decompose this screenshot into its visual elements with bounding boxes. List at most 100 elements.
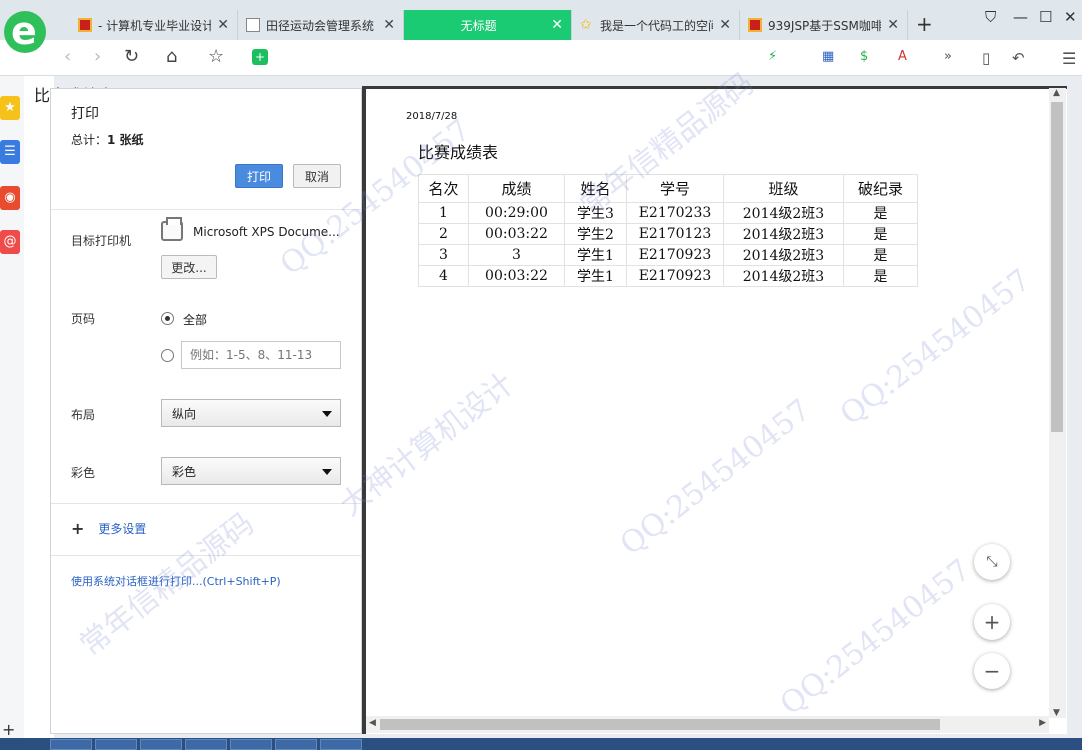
undo-icon[interactable]: ↶ xyxy=(1012,49,1025,67)
table-cell: 是 xyxy=(843,202,918,224)
menu-icon[interactable]: ☰ xyxy=(1062,49,1076,68)
pages-all-radio[interactable] xyxy=(161,312,174,325)
shield-icon[interactable]: + xyxy=(252,49,268,65)
table-cell: E2170233 xyxy=(626,202,724,224)
forward-icon[interactable]: › xyxy=(94,46,101,67)
table-cell: 学生1 xyxy=(564,244,627,266)
divider xyxy=(51,503,361,504)
back-icon[interactable]: ‹ xyxy=(64,46,71,67)
horizontal-scrollbar[interactable]: ◀ ▶ xyxy=(366,716,1049,733)
taskbar-item[interactable] xyxy=(230,739,272,750)
translate-icon[interactable]: A xyxy=(898,49,907,64)
layout-label: 布局 xyxy=(71,408,96,422)
column-header: 名次 xyxy=(418,174,469,203)
table-row: 1 00:29:00 学生3 E2170233 2014级2班3 是 xyxy=(418,202,918,224)
more-settings-toggle[interactable]: + 更多设置 xyxy=(71,519,146,538)
system-dialog-link[interactable]: 使用系统对话框进行打印...(Ctrl+Shift+P) xyxy=(71,573,281,589)
tablet-icon[interactable]: ▯ xyxy=(982,49,990,67)
plus-icon: + xyxy=(71,519,85,538)
taskbar-item[interactable] xyxy=(50,739,92,750)
print-button[interactable]: 打印 xyxy=(235,164,283,188)
sidebar: ★ ☰ ◉ @ + xyxy=(0,76,24,740)
reload-icon[interactable]: ↻ xyxy=(124,46,139,67)
close-icon[interactable]: ✕ xyxy=(551,17,563,33)
new-tab-icon[interactable]: + xyxy=(916,12,933,36)
browser-logo-icon[interactable]: e xyxy=(4,9,46,53)
star-icon: ✩ xyxy=(580,17,592,33)
pages-range-input[interactable] xyxy=(181,341,341,369)
scroll-right-icon[interactable]: ▶ xyxy=(1039,718,1046,728)
fit-page-icon[interactable]: ⤡ xyxy=(974,544,1010,580)
red-square-icon xyxy=(78,18,92,32)
pages-label: 页码 xyxy=(71,312,96,326)
layout-select[interactable]: 纵向 xyxy=(161,399,341,427)
scroll-left-icon[interactable]: ◀ xyxy=(369,718,376,728)
printer-icon xyxy=(161,217,183,241)
taskbar-item[interactable] xyxy=(320,739,362,750)
vertical-scrollbar[interactable]: ▲ ▼ xyxy=(1049,88,1066,718)
notes-icon[interactable]: ☰ xyxy=(0,140,20,164)
color-select[interactable]: 彩色 xyxy=(161,457,341,485)
table-cell: 2014级2班3 xyxy=(723,265,844,287)
change-printer-button[interactable]: 更改... xyxy=(161,255,217,279)
divider xyxy=(51,209,361,210)
more-settings-label: 更多设置 xyxy=(98,522,147,536)
apps-grid-icon[interactable]: ▦ xyxy=(822,49,834,64)
close-icon[interactable]: ✕ xyxy=(719,17,731,33)
add-icon[interactable]: + xyxy=(2,720,15,739)
home-icon[interactable]: ⌂ xyxy=(166,46,177,67)
print-panel-title: 打印 xyxy=(71,106,99,122)
sheet-total: 总计：1 张纸 xyxy=(71,131,144,148)
weibo-icon[interactable]: ◉ xyxy=(0,186,20,210)
column-header: 破纪录 xyxy=(843,174,918,203)
scrollbar-thumb[interactable] xyxy=(380,719,940,730)
shirt-icon[interactable]: ⛉ xyxy=(985,8,996,26)
mail-icon[interactable]: @ xyxy=(0,230,20,254)
tab-strip: e - 计算机专业毕业设计 ✕ 田径运动会管理系统 ✕ 无标题 ✕ ✩ 我是一个… xyxy=(0,0,1082,53)
zoom-in-icon[interactable]: + xyxy=(974,604,1010,640)
maximize-icon[interactable]: ☐ xyxy=(1039,8,1052,26)
table-cell: 学生2 xyxy=(564,223,627,245)
table-cell: E2170923 xyxy=(626,244,724,266)
red-square-icon xyxy=(748,18,762,32)
taskbar-item[interactable] xyxy=(140,739,182,750)
lightning-icon[interactable]: ⚡ xyxy=(768,49,777,64)
zoom-out-icon[interactable]: − xyxy=(974,653,1010,689)
table-cell: 3 xyxy=(418,244,469,266)
minimize-icon[interactable]: — xyxy=(1013,8,1028,26)
close-icon[interactable]: ✕ xyxy=(887,17,899,33)
tab-ssm-coffee[interactable]: 939JSP基于SSM咖啡 ✕ xyxy=(740,10,908,40)
cancel-button[interactable]: 取消 xyxy=(293,164,341,188)
taskbar-item[interactable] xyxy=(185,739,227,750)
results-table: 名次 成绩 姓名 学号 班级 破纪录 1 00:29:00 学生3 E21702… xyxy=(418,174,918,287)
table-cell: 是 xyxy=(843,265,918,287)
table-row: 2 00:03:22 学生2 E2170123 2014级2班3 是 xyxy=(418,223,918,245)
tab-graduation-design[interactable]: - 计算机专业毕业设计 ✕ xyxy=(70,10,238,40)
table-cell: 2014级2班3 xyxy=(723,244,844,266)
scroll-up-icon[interactable]: ▲ xyxy=(1053,88,1060,98)
taskbar-item[interactable] xyxy=(95,739,137,750)
close-icon[interactable]: ✕ xyxy=(383,17,395,33)
column-header: 成绩 xyxy=(468,174,565,203)
table-header-row: 名次 成绩 姓名 学号 班级 破纪录 xyxy=(418,174,918,203)
table-cell: E2170123 xyxy=(626,223,724,245)
scroll-down-icon[interactable]: ▼ xyxy=(1053,708,1060,718)
taskbar-item[interactable] xyxy=(275,739,317,750)
more-chevron-icon[interactable]: » xyxy=(944,49,952,64)
money-icon[interactable]: $ xyxy=(860,49,868,64)
tab-track-meet-system[interactable]: 田径运动会管理系统 ✕ xyxy=(238,10,404,40)
tab-untitled[interactable]: 无标题 ✕ xyxy=(404,10,572,40)
favorites-star-icon[interactable]: ★ xyxy=(0,96,20,120)
close-icon[interactable]: ✕ xyxy=(217,17,229,33)
bookmark-star-icon[interactable]: ☆ xyxy=(208,46,224,67)
tab-code-space[interactable]: ✩ 我是一个代码工的空间 ✕ xyxy=(572,10,740,40)
pages-all-label: 全部 xyxy=(183,313,208,327)
window-close-icon[interactable]: ✕ xyxy=(1064,8,1077,26)
table-cell: 4 xyxy=(418,265,469,287)
color-label: 彩色 xyxy=(71,466,96,480)
total-value: 1 张纸 xyxy=(107,133,144,147)
divider xyxy=(51,555,361,556)
table-cell: 是 xyxy=(843,223,918,245)
pages-range-radio[interactable] xyxy=(161,349,174,362)
scrollbar-thumb[interactable] xyxy=(1051,102,1063,432)
